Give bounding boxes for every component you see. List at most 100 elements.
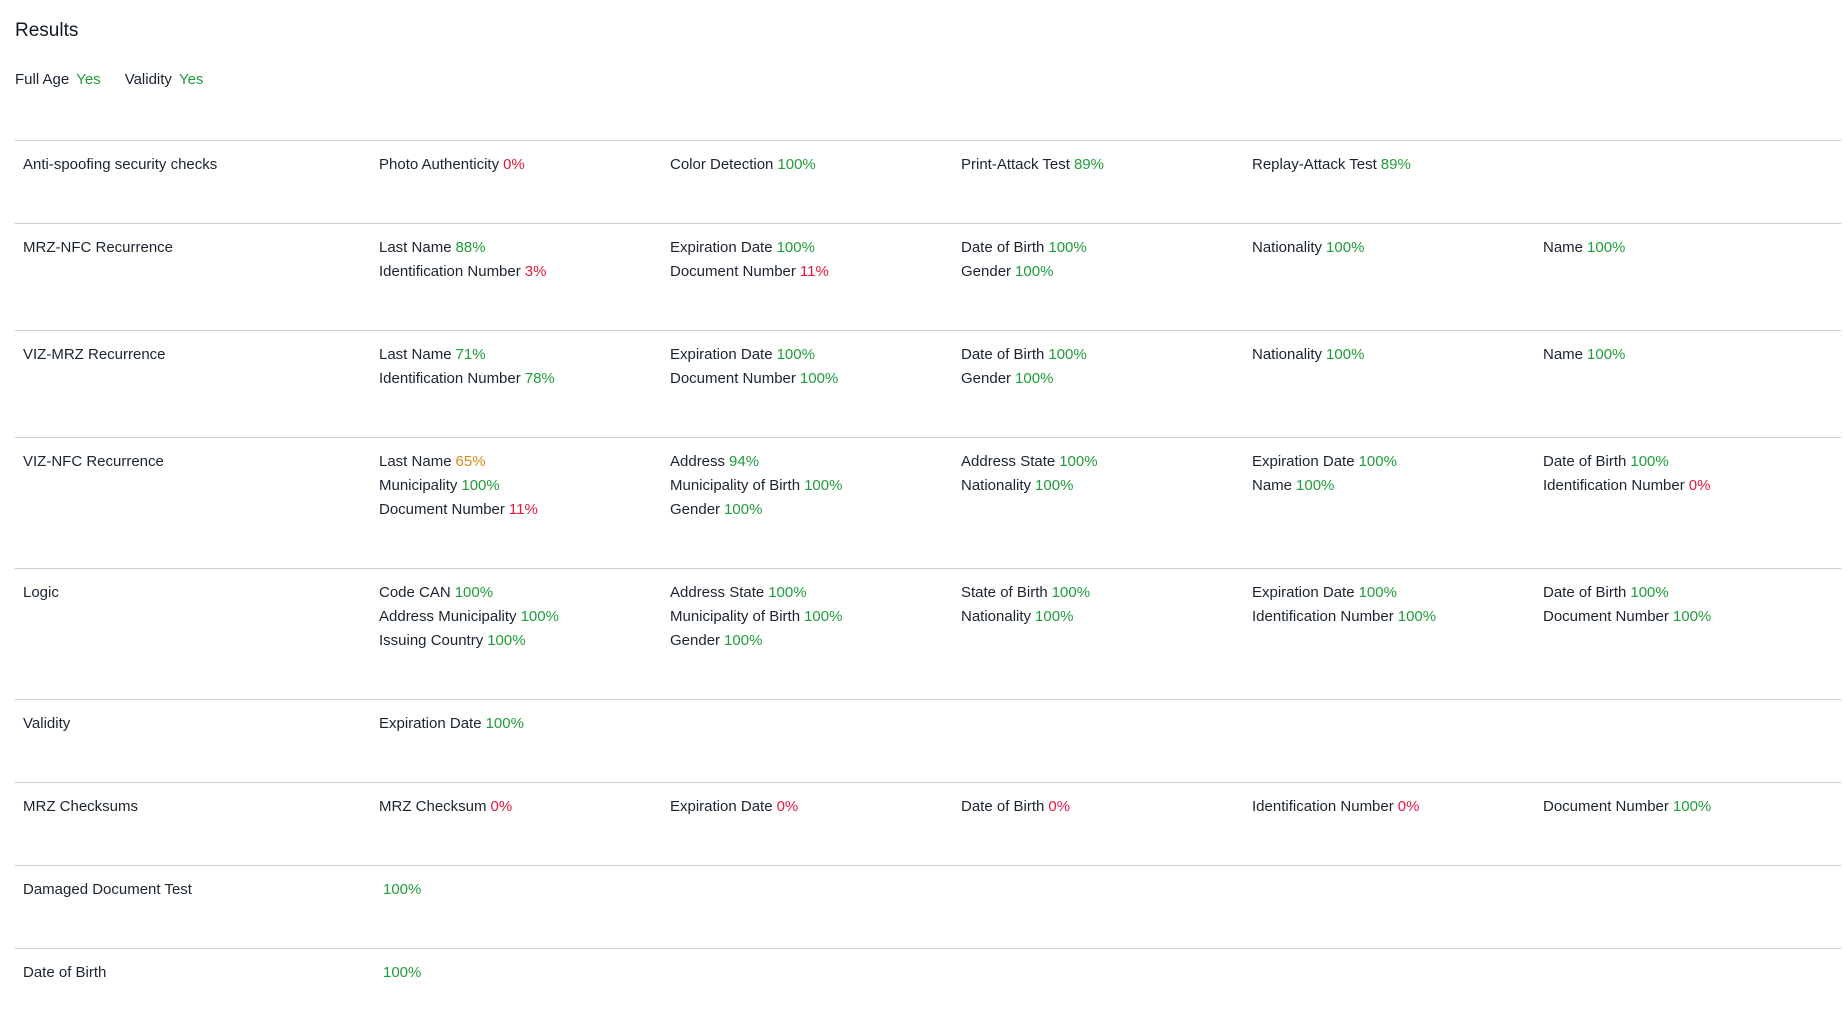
- check-percentage: 100%: [1672, 608, 1712, 625]
- result-row-viz-nfc-recurrence: VIZ-NFC Recurrence Last Name 65% Municipali…: [15, 437, 1841, 568]
- check-percentage: 100%: [1358, 584, 1397, 601]
- check-percentage: 100%: [776, 239, 815, 256]
- check-percentage: 100%: [1358, 453, 1397, 470]
- check-percentage: 88%: [455, 239, 486, 256]
- row-label: MRZ-NFC Recurrence: [23, 239, 174, 256]
- summary-value: Yes: [76, 71, 101, 88]
- check-percentage: 100%: [1587, 346, 1626, 363]
- check-name: Nationality: [1252, 239, 1323, 256]
- check-name: Color Detection: [670, 156, 774, 173]
- check-item-gender: Gender 100%: [961, 260, 1087, 284]
- check-item-address-state: Address State 100%: [670, 581, 842, 605]
- check-name: Expiration Date: [670, 346, 773, 363]
- check-item-document-number: Document Number 100%: [670, 367, 838, 391]
- result-column: Last Name 71% Identification Number 78%: [379, 343, 555, 391]
- check-item-name: Name 100%: [1252, 474, 1397, 498]
- row-label: MRZ Checksums: [23, 798, 139, 815]
- check-percentage: 71%: [455, 346, 486, 363]
- check-name: Photo Authenticity: [379, 156, 500, 173]
- check-item-identification-number: Identification Number 0%: [1543, 474, 1710, 498]
- check-name: MRZ Checksum: [379, 798, 487, 815]
- check-item-date-of-birth: Date of Birth 100%: [961, 236, 1087, 260]
- results-page: Results Full Age Yes Validity Yes Anti-spo…: [0, 0, 1847, 1012]
- check-percentage: 94%: [729, 453, 760, 470]
- check-percentage: 100%: [1296, 477, 1335, 494]
- check-name: Nationality: [961, 477, 1032, 494]
- check-item-date-of-birth: Date of Birth 100%: [961, 343, 1087, 367]
- check-percentage: 0%: [1688, 477, 1711, 494]
- check-item-address-municipality: Address Municipality 100%: [379, 605, 559, 629]
- result-column: Date of Birth 100% Document Number 100%: [1543, 581, 1711, 629]
- check-name: Gender: [961, 370, 1012, 387]
- result-column: Address 94% Municipality of Birth 100% Gende…: [670, 450, 842, 522]
- check-item-name: Name 100%: [1543, 236, 1625, 260]
- check-percentage: 100%: [1059, 453, 1098, 470]
- check-item-expiration-date: Expiration Date 100%: [1252, 581, 1436, 605]
- check-item-expiration-date: Expiration Date 100%: [379, 712, 524, 736]
- result-column: Color Detection 100%: [670, 153, 816, 177]
- check-percentage: 100%: [1015, 370, 1054, 387]
- check-percentage: 100%: [1326, 346, 1365, 363]
- check-percentage: 100%: [1048, 346, 1087, 363]
- check-item-nationality: Nationality 100%: [1252, 343, 1364, 367]
- check-name: Name: [1543, 239, 1584, 256]
- check-percentage: 100%: [776, 346, 815, 363]
- result-row-damaged-document-test: Damaged Document Test 100%: [15, 865, 1841, 948]
- check-name: Identification Number: [379, 370, 521, 387]
- result-column: MRZ Checksum 0%: [379, 795, 512, 819]
- check-name: Date of Birth: [1543, 584, 1627, 601]
- results-table: Anti-spoofing security checks Photo Authe…: [15, 140, 1841, 1031]
- check-percentage: 3%: [524, 263, 547, 280]
- check-name: Address State: [961, 453, 1056, 470]
- row-label: Validity: [23, 715, 71, 732]
- check-percentage: 100%: [768, 584, 807, 601]
- check-percentage: 100%: [383, 964, 422, 981]
- result-row-validity: Validity Expiration Date 100%: [15, 699, 1841, 782]
- check-name: Document Number: [670, 370, 796, 387]
- check-percentage: 100%: [804, 477, 843, 494]
- result-column: Name 100%: [1543, 236, 1625, 260]
- result-column: Date of Birth 100% Gender 100%: [961, 343, 1087, 391]
- check-percentage: 11%: [799, 263, 829, 280]
- check-name: Document Number: [670, 263, 796, 280]
- check-name: Expiration Date: [670, 239, 773, 256]
- check-percentage: 100%: [487, 632, 526, 649]
- check-item-document-number: Document Number 11%: [379, 498, 538, 522]
- result-column: Date of Birth 100% Gender 100%: [961, 236, 1087, 284]
- check-name: Municipality: [379, 477, 458, 494]
- check-item-municipality-of-birth: Municipality of Birth 100%: [670, 605, 842, 629]
- check-name: Gender: [670, 501, 721, 518]
- result-column: Date of Birth 0%: [961, 795, 1070, 819]
- result-column: Expiration Date 0%: [670, 795, 798, 819]
- result-row-logic: Logic Code CAN 100% Address Municipality 100…: [15, 568, 1841, 699]
- check-percentage: 78%: [524, 370, 555, 387]
- check-percentage: 65%: [455, 453, 486, 470]
- check-name: Name: [1543, 346, 1584, 363]
- check-percentage: 100%: [777, 156, 816, 173]
- result-column: Expiration Date 100% Document Number 100%: [670, 343, 838, 391]
- check-name: Municipality of Birth: [670, 608, 801, 625]
- check-percentage: 100%: [1630, 453, 1669, 470]
- result-column: Date of Birth 100% Identification Number 0%: [1543, 450, 1710, 498]
- summary-validity: Validity Yes: [125, 70, 204, 90]
- check-percentage: 100%: [1587, 239, 1626, 256]
- check-item-mrz-checksum: MRZ Checksum 0%: [379, 795, 512, 819]
- summary-value: Yes: [178, 71, 204, 88]
- check-item-municipality: Municipality 100%: [379, 474, 538, 498]
- check-percentage: 89%: [1073, 156, 1104, 173]
- check-name: Print-Attack Test: [961, 156, 1070, 173]
- check-percentage: 100%: [383, 881, 422, 898]
- check-percentage: 0%: [1048, 798, 1071, 815]
- summary-bar: Full Age Yes Validity Yes: [15, 70, 203, 90]
- check-name: Identification Number: [1543, 477, 1685, 494]
- row-label: VIZ-NFC Recurrence: [23, 453, 164, 470]
- result-column: Expiration Date 100% Name 100%: [1252, 450, 1397, 498]
- check-item-identification-number: Identification Number 0%: [1252, 795, 1419, 819]
- check-item-nationality: Nationality 100%: [961, 474, 1098, 498]
- check-name: Nationality: [961, 608, 1032, 625]
- result-column: Address State 100% Nationality 100%: [961, 450, 1098, 498]
- check-item-photo-authenticity: Photo Authenticity 0%: [379, 153, 525, 177]
- check-percentage: 100%: [724, 632, 763, 649]
- check-item-date-of-birth: Date of Birth 100%: [1543, 581, 1711, 605]
- check-item-municipality-of-birth: Municipality of Birth 100%: [670, 474, 842, 498]
